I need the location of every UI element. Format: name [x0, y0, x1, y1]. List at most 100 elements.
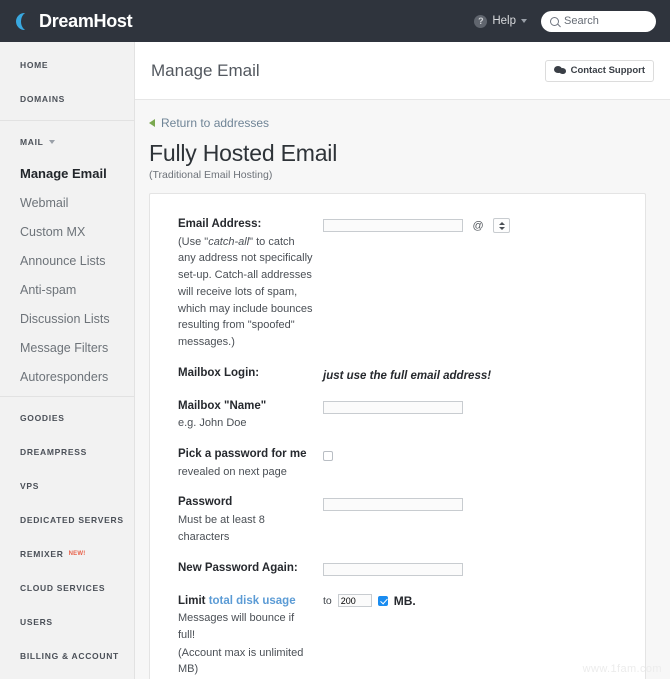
page-shell: HOME DOMAINS MAIL Manage Email Webmail C…: [0, 42, 670, 679]
disk-limit-label: Limit total disk usage: [178, 593, 313, 610]
chevron-down-icon: [521, 19, 527, 23]
form-row-password: Password Must be at least 8 characters: [178, 494, 627, 545]
domain-select[interactable]: [493, 218, 511, 234]
email-address-help: (Use "catch-all" to catch any address no…: [178, 235, 313, 348]
sidebar-item-autoresponders[interactable]: Autoresponders: [0, 363, 134, 392]
mailbox-login-note: just use the full email address!: [323, 369, 492, 382]
sidebar-item-label: MAIL: [20, 137, 44, 147]
sidebar-item-vps[interactable]: VPS: [0, 469, 134, 503]
at-symbol: @: [472, 219, 484, 232]
stepper-icon: [498, 221, 505, 230]
sidebar-item-label: DREAMPRESS: [20, 446, 87, 457]
pick-password-help: revealed on next page: [178, 465, 287, 478]
page-title: Manage Email: [151, 60, 260, 80]
total-disk-usage-link[interactable]: total disk usage: [209, 595, 296, 607]
sidebar-item-dreampress[interactable]: DREAMPRESS: [0, 435, 134, 469]
sidebar-item-cloud-services[interactable]: CLOUD SERVICES: [0, 571, 134, 605]
sidebar-navigation: HOME DOMAINS MAIL Manage Email Webmail C…: [0, 42, 135, 679]
top-bar-right-group: ? Help Search: [474, 10, 656, 32]
password-again-input[interactable]: [323, 562, 463, 576]
top-navigation-bar: DreamHost ? Help Search: [0, 0, 670, 42]
disk-limit-input[interactable]: [337, 594, 372, 608]
chat-bubble-icon: [553, 65, 566, 76]
form-row-email-address: Email Address: (Use "catch-all" to catch…: [178, 216, 627, 351]
help-label: Help: [492, 15, 516, 27]
form-row-pick-password: Pick a password for me revealed on next …: [178, 446, 627, 480]
sidebar-item-label: HOME: [20, 60, 49, 70]
password-help: Must be at least 8 characters: [178, 514, 265, 543]
sidebar-item-anti-spam[interactable]: Anti-spam: [0, 276, 134, 305]
password-again-label: New Password Again:: [178, 561, 298, 574]
brand-name: DreamHost: [39, 10, 133, 31]
chevron-down-icon: [48, 140, 55, 144]
disk-limit-controls: to MB.: [323, 594, 627, 608]
mailbox-name-input[interactable]: [323, 400, 463, 414]
form-row-mailbox-name: Mailbox "Name" e.g. John Doe: [178, 398, 627, 432]
sidebar-item-label: USERS: [20, 616, 53, 627]
disk-limit-checkbox[interactable]: [377, 595, 388, 606]
search-icon: [550, 16, 559, 26]
disk-limit-help-1: Messages will bounce if full!: [178, 612, 295, 641]
page-heading: Fully Hosted Email: [149, 140, 338, 166]
email-settings-form: Email Address: (Use "catch-all" to catch…: [149, 193, 646, 679]
pick-password-label: Pick a password for me: [178, 448, 307, 461]
sidebar-item-label: CLOUD SERVICES: [20, 582, 106, 593]
contact-support-button[interactable]: Contact Support: [544, 59, 654, 82]
sidebar-item-label: VPS: [20, 480, 40, 491]
sidebar-item-mail[interactable]: MAIL: [0, 125, 134, 159]
contact-support-label: Contact Support: [570, 65, 645, 76]
search-box[interactable]: Search: [541, 10, 656, 32]
disk-limit-unit: MB.: [393, 593, 416, 608]
brand-logo[interactable]: DreamHost: [16, 10, 133, 32]
moon-icon: [16, 11, 36, 31]
sidebar-item-announce-lists[interactable]: Announce Lists: [0, 247, 134, 276]
question-circle-icon: ?: [474, 14, 488, 28]
password-input[interactable]: [323, 497, 463, 511]
sidebar-item-label: BILLING & ACCOUNT: [20, 650, 119, 661]
sidebar-item-custom-mx[interactable]: Custom MX: [0, 218, 134, 247]
sidebar-item-billing-account[interactable]: BILLING & ACCOUNT: [0, 639, 134, 673]
content-body: Return to addresses Fully Hosted Email (…: [135, 100, 670, 679]
sidebar-item-home[interactable]: HOME: [0, 48, 134, 82]
sidebar-divider: [0, 395, 134, 397]
help-menu[interactable]: ? Help: [474, 14, 527, 28]
disk-limit-help-2: (Account max is unlimited MB): [178, 646, 304, 676]
mailbox-name-label: Mailbox "Name": [178, 399, 267, 412]
sidebar-item-label: Manage Email: [20, 166, 107, 181]
email-address-input[interactable]: [323, 219, 463, 233]
email-address-label: Email Address:: [178, 218, 262, 230]
sidebar-item-label: Announce Lists: [20, 253, 106, 268]
page-subheading: (Traditional Email Hosting): [149, 169, 273, 181]
form-row-password-again: New Password Again:: [178, 560, 627, 579]
sidebar-item-label: Autoresponders: [20, 369, 109, 384]
sidebar-item-goodies[interactable]: GOODIES: [0, 401, 134, 435]
sidebar-item-remixer[interactable]: REMIXER NEW!: [0, 537, 134, 571]
return-to-addresses-link[interactable]: Return to addresses: [149, 116, 650, 130]
sidebar-item-label: Anti-spam: [20, 282, 77, 297]
sidebar-item-domains[interactable]: DOMAINS: [0, 82, 134, 116]
sidebar-item-dedicated-servers[interactable]: DEDICATED SERVERS: [0, 503, 134, 537]
sidebar-item-message-filters[interactable]: Message Filters: [0, 334, 134, 363]
sidebar-item-label: REMIXER: [20, 548, 64, 559]
sidebar-item-support[interactable]: SUPPORT: [0, 673, 134, 679]
sidebar-divider: [0, 120, 134, 121]
pick-password-checkbox[interactable]: [323, 450, 333, 461]
sidebar-item-label: DEDICATED SERVERS: [20, 514, 124, 525]
form-row-disk-limit: Limit total disk usage Messages will bou…: [178, 593, 627, 679]
main-content-area: Manage Email Contact Support Return to a…: [135, 42, 670, 679]
password-label: Password: [178, 496, 233, 509]
disk-limit-to-text: to: [323, 594, 332, 607]
sidebar-item-label: Custom MX: [20, 224, 86, 239]
sidebar-item-manage-email[interactable]: Manage Email: [0, 159, 134, 189]
sidebar-item-users[interactable]: USERS: [0, 605, 134, 639]
mailbox-name-help: e.g. John Doe: [178, 417, 247, 430]
sidebar-item-label: DOMAINS: [20, 94, 66, 104]
sidebar-item-label: Discussion Lists: [20, 311, 110, 326]
sidebar-item-discussion-lists[interactable]: Discussion Lists: [0, 305, 134, 334]
disk-limit-prefix: Limit: [178, 594, 206, 607]
search-input[interactable]: Search: [564, 15, 599, 27]
mailbox-login-label: Mailbox Login:: [178, 366, 260, 379]
sidebar-item-webmail[interactable]: Webmail: [0, 189, 134, 218]
arrow-left-icon: [149, 119, 155, 127]
return-link-label: Return to addresses: [161, 116, 270, 130]
